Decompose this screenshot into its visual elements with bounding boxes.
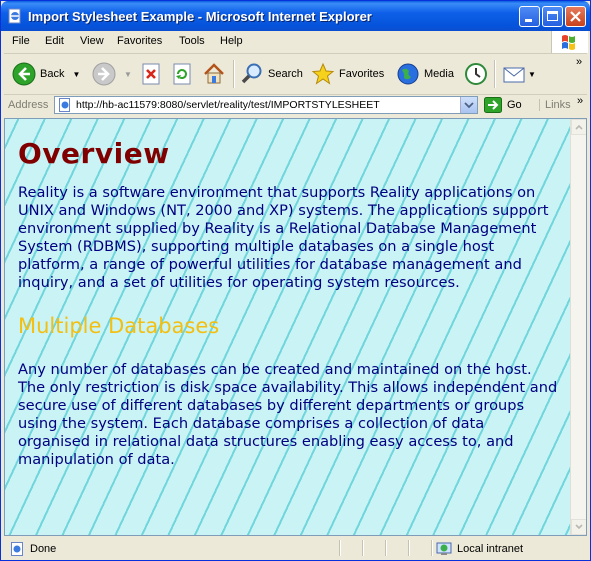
page-heading: Overview <box>18 137 170 170</box>
standard-toolbar: Back ▼ ▼ Search Favorites Media ▼ » <box>4 54 587 95</box>
refresh-button[interactable] <box>172 60 192 88</box>
stop-button[interactable] <box>141 60 161 88</box>
page-body: Overview Reality is a software environme… <box>18 137 558 469</box>
back-label: Back <box>40 68 65 80</box>
address-url: http://hb-ac11579:8080/servlet/reality/t… <box>76 99 380 111</box>
status-text: Done <box>30 543 57 555</box>
windows-logo <box>551 31 588 53</box>
favorites-star-icon <box>311 62 335 85</box>
favorites-button[interactable]: Favorites <box>311 60 384 88</box>
minimize-button[interactable] <box>519 6 540 27</box>
page-done-icon <box>11 542 23 556</box>
history-clock-icon <box>465 63 487 85</box>
menu-bar: File Edit View Favorites Tools Help <box>4 31 588 54</box>
close-icon <box>570 11 581 22</box>
mail-button[interactable]: ▼ <box>502 60 536 88</box>
browser-window: Import Stylesheet Example - Microsoft In… <box>0 0 591 561</box>
search-icon <box>241 63 262 84</box>
page-content: Overview Reality is a software environme… <box>5 119 570 535</box>
status-separator <box>385 540 387 556</box>
minimize-icon <box>525 19 532 22</box>
status-left: Done <box>9 541 56 557</box>
menu-edit[interactable]: Edit <box>45 35 64 47</box>
forward-button[interactable]: ▼ <box>92 60 132 88</box>
go-arrow-icon <box>484 97 502 113</box>
databases-paragraph: Any number of databases can be created a… <box>18 361 558 468</box>
section-heading: Multiple Databases <box>18 314 220 338</box>
status-separator <box>362 540 364 556</box>
status-bar: Done Local intranet <box>4 537 587 559</box>
forward-arrow-icon <box>92 62 116 86</box>
window-title: Import Stylesheet Example - Microsoft In… <box>28 9 372 24</box>
address-input[interactable]: http://hb-ac11579:8080/servlet/reality/t… <box>54 96 478 114</box>
links-overflow-chevron[interactable]: » <box>577 95 583 107</box>
status-separator <box>431 540 433 556</box>
scroll-down-button[interactable] <box>571 519 586 535</box>
media-globe-icon <box>397 63 419 85</box>
menu-help[interactable]: Help <box>220 35 243 47</box>
favorites-label: Favorites <box>339 68 385 80</box>
stop-icon <box>142 63 160 85</box>
title-bar[interactable]: Import Stylesheet Example - Microsoft In… <box>1 1 590 31</box>
media-label: Media <box>424 68 454 80</box>
chevron-up-icon <box>575 124 583 130</box>
mail-dropdown-icon[interactable]: ▼ <box>528 70 536 79</box>
windows-flag-icon <box>562 35 575 50</box>
address-bar: Address http://hb-ac11579:8080/servlet/r… <box>4 95 587 117</box>
back-dropdown-icon[interactable]: ▼ <box>72 70 80 79</box>
menu-view[interactable]: View <box>80 35 104 47</box>
security-zone[interactable]: Local intranet <box>436 541 523 557</box>
go-label: Go <box>507 99 522 111</box>
address-dropdown-button[interactable] <box>460 97 477 113</box>
zone-label: Local intranet <box>457 543 524 555</box>
status-separator <box>339 540 341 556</box>
maximize-icon <box>547 11 558 21</box>
back-button[interactable]: Back ▼ <box>12 60 80 88</box>
scroll-up-button[interactable] <box>571 119 586 135</box>
search-label: Search <box>268 68 303 80</box>
go-button[interactable]: Go <box>484 97 522 113</box>
maximize-button[interactable] <box>542 6 563 27</box>
menu-tools[interactable]: Tools <box>179 35 205 47</box>
chevron-down-icon <box>575 524 583 530</box>
menu-file[interactable]: File <box>12 35 30 47</box>
toolbar-separator <box>494 60 496 88</box>
home-icon <box>204 63 224 84</box>
menu-favorites[interactable]: Favorites <box>117 35 162 47</box>
ie-page-icon <box>8 8 21 24</box>
chevron-down-icon <box>464 102 474 109</box>
links-button[interactable]: Links <box>539 99 571 111</box>
document-viewport: Overview Reality is a software environme… <box>4 118 587 536</box>
search-button[interactable]: Search <box>240 60 303 88</box>
toolbar-separator <box>233 60 235 88</box>
toolbar-overflow-chevron[interactable]: » <box>576 56 582 68</box>
forward-dropdown-icon[interactable]: ▼ <box>124 70 132 79</box>
address-label: Address <box>8 99 49 111</box>
media-button[interactable]: Media <box>396 60 454 88</box>
close-button[interactable] <box>565 6 586 27</box>
vertical-scrollbar[interactable] <box>570 119 586 535</box>
history-button[interactable] <box>464 60 488 88</box>
overview-paragraph: Reality is a software environment that s… <box>18 184 549 291</box>
status-separator <box>408 540 410 556</box>
mail-envelope-icon <box>503 67 525 83</box>
refresh-icon <box>173 63 191 85</box>
intranet-globe-icon <box>436 542 452 555</box>
home-button[interactable] <box>202 60 226 88</box>
page-icon <box>59 98 70 112</box>
back-arrow-icon <box>12 62 36 86</box>
